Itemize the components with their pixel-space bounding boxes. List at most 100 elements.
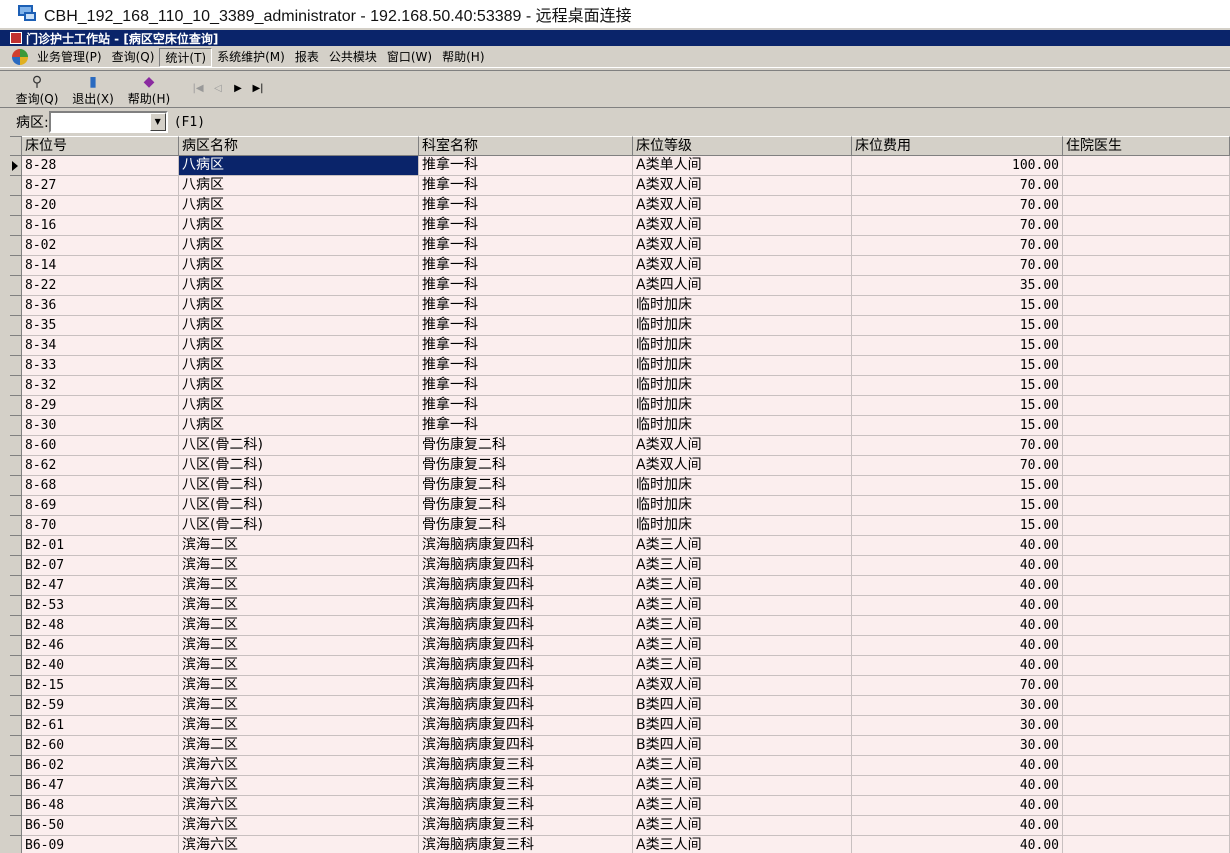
- bed-fee-cell[interactable]: 40.00: [852, 776, 1063, 796]
- department-cell[interactable]: 骨伤康复二科: [419, 496, 633, 516]
- last-record-icon[interactable]: ▶|: [248, 79, 268, 99]
- bed-class-cell[interactable]: 临时加床: [633, 296, 852, 316]
- department-cell[interactable]: 滨海脑病康复四科: [419, 676, 633, 696]
- row-indicator[interactable]: [10, 596, 22, 616]
- bed-fee-cell[interactable]: 70.00: [852, 456, 1063, 476]
- doctor-cell[interactable]: [1063, 836, 1230, 853]
- table-row[interactable]: 8-34 八病区 推拿一科 临时加床 15.00: [10, 336, 1230, 356]
- bed-fee-cell[interactable]: 70.00: [852, 676, 1063, 696]
- bed-class-cell[interactable]: A类三人间: [633, 636, 852, 656]
- row-indicator[interactable]: [10, 676, 22, 696]
- bed-fee-cell[interactable]: 15.00: [852, 296, 1063, 316]
- bed-fee-cell[interactable]: 40.00: [852, 536, 1063, 556]
- table-row[interactable]: B2-46 滨海二区 滨海脑病康复四科 A类三人间 40.00: [10, 636, 1230, 656]
- table-row[interactable]: 8-27 八病区 推拿一科 A类双人间 70.00: [10, 176, 1230, 196]
- ward-name-cell[interactable]: 八病区: [179, 156, 419, 176]
- bed-number-cell[interactable]: B2-61: [22, 716, 179, 736]
- bed-class-cell[interactable]: 临时加床: [633, 396, 852, 416]
- doctor-cell[interactable]: [1063, 436, 1230, 456]
- bed-class-cell[interactable]: 临时加床: [633, 516, 852, 536]
- bed-number-cell[interactable]: 8-70: [22, 516, 179, 536]
- bed-class-cell[interactable]: A类三人间: [633, 656, 852, 676]
- row-indicator[interactable]: [10, 576, 22, 596]
- doctor-cell[interactable]: [1063, 356, 1230, 376]
- bed-number-cell[interactable]: 8-28: [22, 156, 179, 176]
- table-row[interactable]: B6-47 滨海六区 滨海脑病康复三科 A类三人间 40.00: [10, 776, 1230, 796]
- ward-name-cell[interactable]: 滨海二区: [179, 616, 419, 636]
- bed-number-cell[interactable]: B6-48: [22, 796, 179, 816]
- bed-class-cell[interactable]: A类三人间: [633, 776, 852, 796]
- ward-name-cell[interactable]: 八病区: [179, 276, 419, 296]
- bed-number-cell[interactable]: B2-01: [22, 536, 179, 556]
- department-cell[interactable]: 推拿一科: [419, 316, 633, 336]
- row-indicator[interactable]: [10, 476, 22, 496]
- bed-class-cell[interactable]: B类四人间: [633, 696, 852, 716]
- bed-number-cell[interactable]: 8-14: [22, 256, 179, 276]
- bed-number-cell[interactable]: 8-20: [22, 196, 179, 216]
- doctor-cell[interactable]: [1063, 476, 1230, 496]
- bed-fee-cell[interactable]: 15.00: [852, 376, 1063, 396]
- ward-name-cell[interactable]: 八区(骨二科): [179, 476, 419, 496]
- row-indicator[interactable]: [10, 256, 22, 276]
- ward-name-cell[interactable]: 八病区: [179, 396, 419, 416]
- ward-name-cell[interactable]: 八病区: [179, 176, 419, 196]
- bed-class-cell[interactable]: 临时加床: [633, 376, 852, 396]
- doctor-cell[interactable]: [1063, 156, 1230, 176]
- department-cell[interactable]: 滨海脑病康复三科: [419, 816, 633, 836]
- bed-class-cell[interactable]: A类单人间: [633, 156, 852, 176]
- row-indicator[interactable]: [10, 636, 22, 656]
- row-indicator[interactable]: [10, 356, 22, 376]
- table-row[interactable]: B2-47 滨海二区 滨海脑病康复四科 A类三人间 40.00: [10, 576, 1230, 596]
- bed-number-cell[interactable]: 8-29: [22, 396, 179, 416]
- table-row[interactable]: B6-48 滨海六区 滨海脑病康复三科 A类三人间 40.00: [10, 796, 1230, 816]
- table-row[interactable]: B2-53 滨海二区 滨海脑病康复四科 A类三人间 40.00: [10, 596, 1230, 616]
- bed-class-cell[interactable]: A类三人间: [633, 836, 852, 853]
- table-row[interactable]: 8-28 八病区 推拿一科 A类单人间 100.00: [10, 156, 1230, 176]
- department-cell[interactable]: 滨海脑病康复三科: [419, 796, 633, 816]
- doctor-cell[interactable]: [1063, 816, 1230, 836]
- bed-number-cell[interactable]: 8-35: [22, 316, 179, 336]
- doctor-cell[interactable]: [1063, 716, 1230, 736]
- table-row[interactable]: 8-14 八病区 推拿一科 A类双人间 70.00: [10, 256, 1230, 276]
- bed-number-cell[interactable]: 8-22: [22, 276, 179, 296]
- doctor-cell[interactable]: [1063, 636, 1230, 656]
- table-row[interactable]: 8-29 八病区 推拿一科 临时加床 15.00: [10, 396, 1230, 416]
- bed-class-cell[interactable]: B类四人间: [633, 716, 852, 736]
- ward-select[interactable]: ▼: [48, 111, 168, 133]
- ward-name-cell[interactable]: 八区(骨二科): [179, 516, 419, 536]
- row-indicator[interactable]: [10, 556, 22, 576]
- prev-record-icon[interactable]: ◁: [208, 79, 228, 99]
- bed-fee-cell[interactable]: 15.00: [852, 316, 1063, 336]
- row-indicator[interactable]: [10, 456, 22, 476]
- department-cell[interactable]: 推拿一科: [419, 296, 633, 316]
- ward-name-cell[interactable]: 滨海六区: [179, 816, 419, 836]
- bed-number-cell[interactable]: B2-15: [22, 676, 179, 696]
- bed-number-cell[interactable]: B6-47: [22, 776, 179, 796]
- bed-fee-cell[interactable]: 70.00: [852, 236, 1063, 256]
- bed-fee-cell[interactable]: 100.00: [852, 156, 1063, 176]
- app-title-bar[interactable]: 门诊护士工作站 - [病区空床位查询]: [0, 30, 1230, 46]
- bed-number-cell[interactable]: B6-02: [22, 756, 179, 776]
- table-row[interactable]: 8-32 八病区 推拿一科 临时加床 15.00: [10, 376, 1230, 396]
- bed-class-cell[interactable]: A类三人间: [633, 556, 852, 576]
- bed-class-cell[interactable]: A类双人间: [633, 456, 852, 476]
- department-cell[interactable]: 滨海脑病康复四科: [419, 656, 633, 676]
- bed-fee-cell[interactable]: 15.00: [852, 396, 1063, 416]
- table-row[interactable]: B2-61 滨海二区 滨海脑病康复四科 B类四人间 30.00: [10, 716, 1230, 736]
- row-indicator[interactable]: [10, 176, 22, 196]
- row-indicator[interactable]: [10, 396, 22, 416]
- bed-fee-cell[interactable]: 70.00: [852, 196, 1063, 216]
- ward-name-cell[interactable]: 八病区: [179, 236, 419, 256]
- doctor-cell[interactable]: [1063, 516, 1230, 536]
- department-cell[interactable]: 滨海脑病康复四科: [419, 536, 633, 556]
- bed-class-cell[interactable]: A类三人间: [633, 576, 852, 596]
- bed-class-cell[interactable]: A类双人间: [633, 256, 852, 276]
- bed-fee-cell[interactable]: 40.00: [852, 616, 1063, 636]
- table-row[interactable]: B6-02 滨海六区 滨海脑病康复三科 A类三人间 40.00: [10, 756, 1230, 776]
- department-cell[interactable]: 滨海脑病康复四科: [419, 696, 633, 716]
- row-indicator[interactable]: [10, 776, 22, 796]
- bed-fee-cell[interactable]: 40.00: [852, 796, 1063, 816]
- row-indicator[interactable]: [10, 816, 22, 836]
- bed-number-cell[interactable]: B2-46: [22, 636, 179, 656]
- row-indicator[interactable]: [10, 416, 22, 436]
